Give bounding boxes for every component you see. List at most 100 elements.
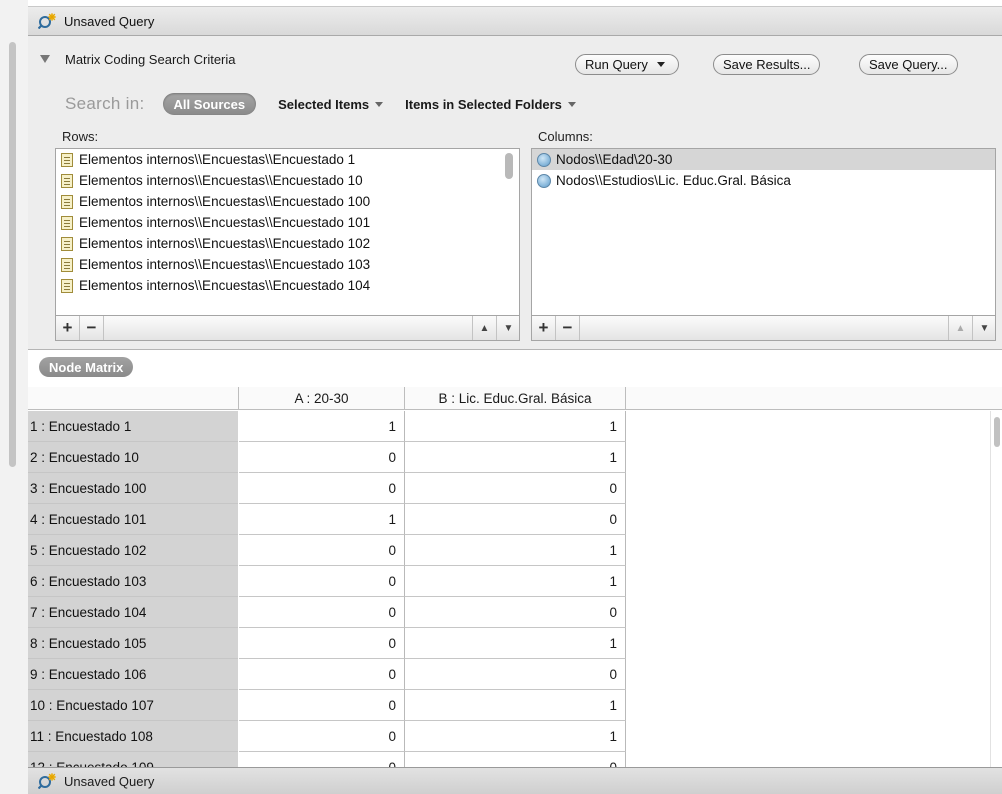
rows-list-item[interactable]: Elementos internos\\Encuestas\\Encuestad…	[56, 191, 519, 212]
matrix-cell-b[interactable]: 1	[405, 566, 626, 597]
scope-selected-items[interactable]: Selected Items	[278, 97, 384, 112]
rows-toolbar: + − ▲ ▼	[55, 316, 520, 341]
document-icon	[61, 173, 73, 188]
move-down-icon[interactable]: ▼	[972, 316, 996, 340]
matrix-cell-a[interactable]: 0	[239, 721, 405, 752]
document-icon	[61, 236, 73, 251]
scope-all-sources[interactable]: All Sources	[162, 93, 257, 115]
matrix-cell-b[interactable]: 1	[405, 690, 626, 721]
matrix-scrollbar-thumb[interactable]	[994, 417, 1000, 447]
rows-list-item-label: Elementos internos\\Encuestas\\Encuestad…	[79, 257, 371, 272]
move-down-icon[interactable]: ▼	[496, 316, 520, 340]
matrix-row: 10 : Encuestado 107 0 1	[28, 690, 628, 721]
rows-list-item[interactable]: Elementos internos\\Encuestas\\Encuestad…	[56, 170, 519, 191]
matrix-cell-a[interactable]: 0	[239, 535, 405, 566]
rows-list-item[interactable]: Elementos internos\\Encuestas\\Encuestad…	[56, 149, 519, 170]
matrix-cell-a[interactable]: 1	[239, 411, 405, 442]
rows-list-item-label: Elementos internos\\Encuestas\\Encuestad…	[79, 152, 356, 167]
matrix-cell-a[interactable]: 0	[239, 659, 405, 690]
matrix-scrollbar[interactable]	[990, 411, 1002, 767]
rows-list-item[interactable]: Elementos internos\\Encuestas\\Encuestad…	[56, 212, 519, 233]
matrix-row-header[interactable]: 6 : Encuestado 103	[28, 566, 238, 597]
rows-list-item[interactable]: Elementos internos\\Encuestas\\Encuestad…	[56, 254, 519, 275]
query-title: Unsaved Query	[64, 13, 155, 29]
columns-list-item[interactable]: Nodos\\Estudios\Lic. Educ.Gral. Básica	[532, 170, 995, 191]
remove-column-button[interactable]: −	[556, 316, 580, 340]
matrix-cell-a[interactable]: 0	[239, 752, 405, 767]
node-matrix-tab[interactable]: Node Matrix	[39, 357, 134, 377]
matrix-row: 4 : Encuestado 101 1 0	[28, 504, 628, 535]
matrix-row: 7 : Encuestado 104 0 0	[28, 597, 628, 628]
matrix-cell-b[interactable]: 0	[405, 504, 626, 535]
columns-list-item[interactable]: Nodos\\Edad\20-30	[532, 149, 995, 170]
add-row-button[interactable]: +	[56, 316, 80, 340]
matrix-cell-a[interactable]: 0	[239, 442, 405, 473]
matrix-cell-a[interactable]: 0	[239, 566, 405, 597]
run-query-label: Run Query	[585, 57, 648, 72]
matrix-row-header[interactable]: 5 : Encuestado 102	[28, 535, 238, 566]
matrix-cell-b[interactable]: 1	[405, 721, 626, 752]
columns-list[interactable]: Nodos\\Edad\20-30 Nodos\\Estudios\Lic. Ed…	[531, 148, 996, 316]
matrix-row-header[interactable]: 11 : Encuestado 108	[28, 721, 238, 752]
matrix-cell-b[interactable]: 1	[405, 628, 626, 659]
search-in-row: Search in: All Sources Selected Items It…	[65, 92, 598, 116]
move-up-icon[interactable]: ▲	[948, 316, 972, 340]
matrix-row-header[interactable]: 2 : Encuestado 10	[28, 442, 238, 473]
matrix-cell-a[interactable]: 0	[239, 628, 405, 659]
matrix-column-header-b[interactable]: B : Lic. Educ.Gral. Básica	[405, 387, 626, 410]
criteria-header: Matrix Coding Search Criteria	[28, 50, 1002, 70]
matrix-cell-a[interactable]: 0	[239, 597, 405, 628]
rows-list-item-label: Elementos internos\\Encuestas\\Encuestad…	[79, 236, 371, 251]
rows-list-item-label: Elementos internos\\Encuestas\\Encuestad…	[79, 215, 371, 230]
rows-list-item-label: Elementos internos\\Encuestas\\Encuestad…	[79, 173, 363, 188]
matrix-cell-a[interactable]: 1	[239, 504, 405, 535]
matrix-cell-a[interactable]: 0	[239, 690, 405, 721]
matrix-row-header[interactable]: 3 : Encuestado 100	[28, 473, 238, 504]
scope-selected-folders[interactable]: Items in Selected Folders	[405, 97, 576, 112]
bottom-query-bar[interactable]: Unsaved Query	[28, 767, 1002, 794]
matrix-row-header[interactable]: 10 : Encuestado 107	[28, 690, 238, 721]
matrix-row-header[interactable]: 9 : Encuestado 106	[28, 659, 238, 690]
matrix-cell-b[interactable]: 0	[405, 473, 626, 504]
matrix-row: 11 : Encuestado 108 0 1	[28, 721, 628, 752]
document-icon	[61, 278, 73, 293]
chevron-down-icon	[654, 57, 669, 72]
matrix-cell-b[interactable]: 1	[405, 442, 626, 473]
node-icon	[537, 173, 551, 188]
rows-list-scrollbar[interactable]	[505, 153, 513, 179]
matrix-row-header[interactable]: 7 : Encuestado 104	[28, 597, 238, 628]
rows-list-item[interactable]: Elementos internos\\Encuestas\\Encuestad…	[56, 275, 519, 296]
matrix-row-header[interactable]: 1 : Encuestado 1	[28, 411, 238, 442]
rows-list[interactable]: Elementos internos\\Encuestas\\Encuestad…	[55, 148, 520, 316]
matrix-corner-header	[28, 387, 239, 410]
matrix-cell-b[interactable]: 0	[405, 659, 626, 690]
matrix-row-header[interactable]: 8 : Encuestado 105	[28, 628, 238, 659]
query-icon	[37, 13, 56, 30]
add-column-button[interactable]: +	[532, 316, 556, 340]
matrix-cell-b[interactable]: 1	[405, 411, 626, 442]
matrix-row-header[interactable]: 12 : Encuestado 109	[28, 752, 238, 768]
remove-row-button[interactable]: −	[80, 316, 104, 340]
matrix-row-header[interactable]: 4 : Encuestado 101	[28, 504, 238, 535]
matrix-cell-b[interactable]: 0	[405, 597, 626, 628]
matrix-row: 9 : Encuestado 106 0 0	[28, 659, 628, 690]
matrix-row: 3 : Encuestado 100 0 0	[28, 473, 628, 504]
query-title-bar[interactable]: Unsaved Query	[28, 6, 1002, 36]
move-up-icon[interactable]: ▲	[472, 316, 496, 340]
save-query-button[interactable]: Save Query...	[859, 54, 958, 75]
matrix-grid: 1 : Encuestado 1112 : Encuestado 10 0 1 3 :…	[28, 411, 1002, 767]
chevron-down-icon	[375, 101, 384, 107]
matrix-cell-b[interactable]: 1	[405, 535, 626, 566]
query-window: Unsaved Query Matrix Coding Search Crite…	[0, 0, 1002, 794]
matrix-cell-b[interactable]: 0	[405, 752, 626, 767]
matrix-cell-a[interactable]: 0	[239, 473, 405, 504]
columns-list-item-label: Nodos\\Estudios\Lic. Educ.Gral. Básica	[556, 173, 791, 188]
matrix-column-header-a[interactable]: A : 20-30	[239, 387, 405, 410]
run-query-button[interactable]: Run Query	[575, 54, 679, 75]
matrix-row: 6 : Encuestado 103 0 1	[28, 566, 628, 597]
disclosure-triangle-icon[interactable]	[40, 55, 50, 63]
save-results-button[interactable]: Save Results...	[713, 54, 821, 75]
rows-list-item[interactable]: Elementos internos\\Encuestas\\Encuestad…	[56, 233, 519, 254]
window-scrollbar[interactable]	[9, 42, 16, 467]
matrix-row: 12 : Encuestado 109 0 0	[28, 752, 628, 767]
